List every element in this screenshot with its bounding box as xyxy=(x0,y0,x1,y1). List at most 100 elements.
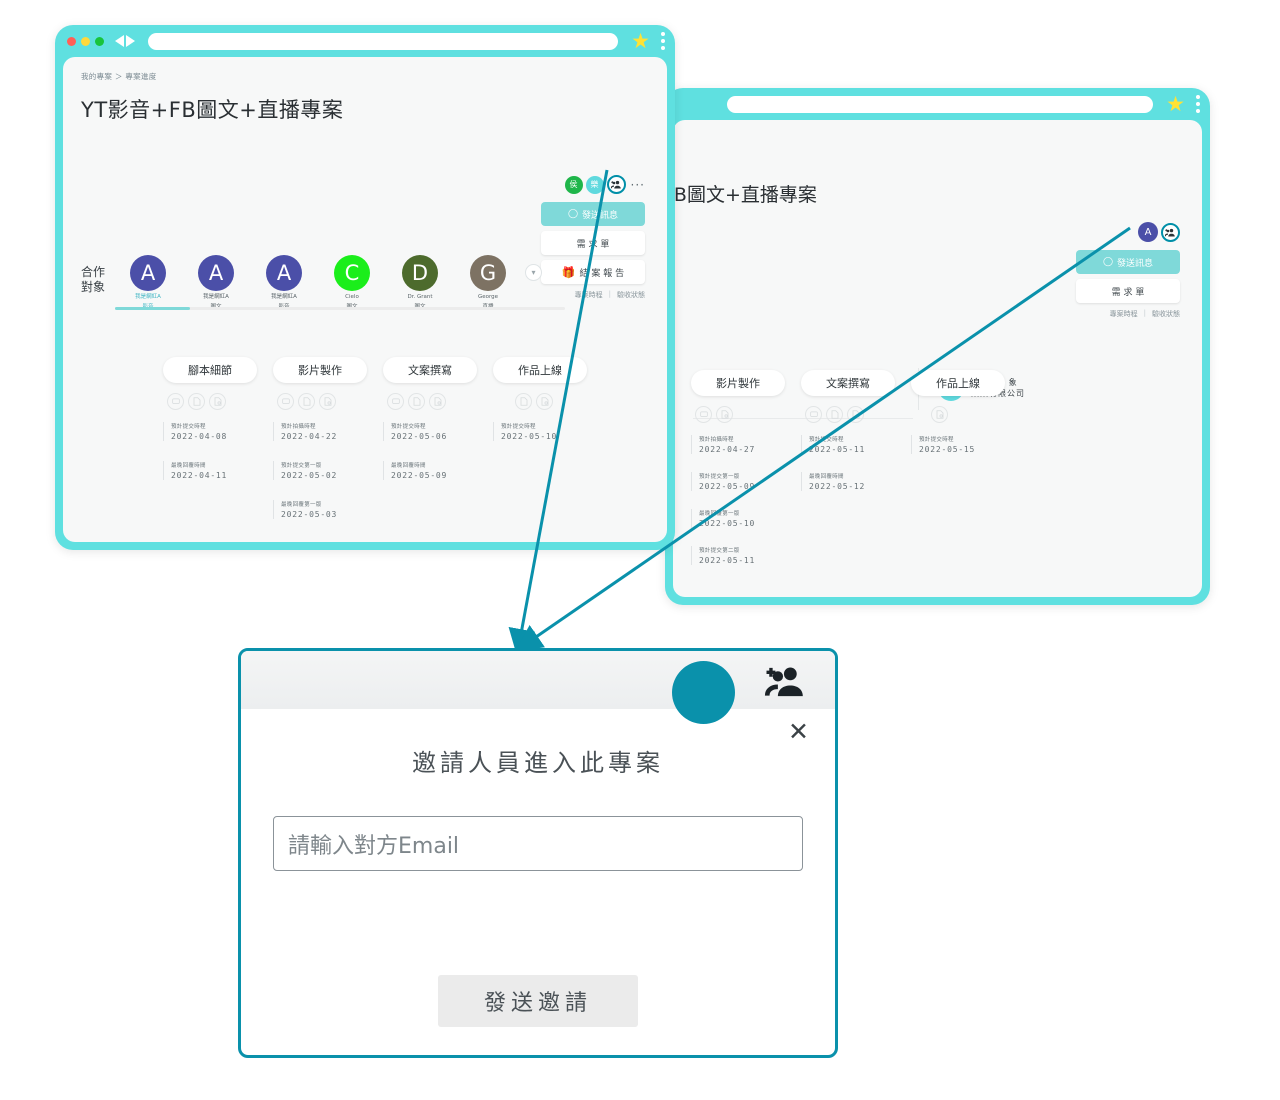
chevron-down-icon[interactable]: ▾ xyxy=(525,264,542,281)
date-value: 2022-05-10 xyxy=(699,519,756,528)
date-label: 預計提交第二版 xyxy=(699,548,740,554)
chat-bubble-icon[interactable] xyxy=(167,393,184,410)
maximize-window-dot[interactable] xyxy=(95,36,104,46)
stage-action-icons xyxy=(167,393,273,410)
screenshot-root: ★ 我的專案 ＞ 專案進度 YT影音+FB圖文+直播專案 侯 樂 ··· ◯ 發… xyxy=(0,0,1280,1100)
document-search-icon[interactable] xyxy=(209,393,226,410)
document-edit-icon[interactable] xyxy=(515,393,532,410)
add-people-icon[interactable] xyxy=(606,175,626,194)
date-entry: 預計提交時程 2022-04-08 xyxy=(163,422,273,441)
collaborator-item[interactable]: A 我是網紅A 影音 xyxy=(261,255,307,311)
avatar[interactable]: 侯 xyxy=(564,175,583,194)
address-bar-2[interactable] xyxy=(727,95,1154,113)
date-label: 最晚回覆時間 xyxy=(809,474,844,480)
date-value: 2022-05-11 xyxy=(809,445,866,454)
close-window-dot[interactable] xyxy=(67,36,76,46)
document-search-icon[interactable] xyxy=(716,406,733,423)
send-message-button-2[interactable]: ◯ 發送訊息 xyxy=(1076,250,1180,274)
acceptance-status-link[interactable]: 驗收狀態 xyxy=(1152,309,1180,319)
document-search-icon[interactable] xyxy=(931,406,948,423)
collaborator-item[interactable]: G George 直播 xyxy=(465,255,511,311)
document-search-icon[interactable] xyxy=(319,393,336,410)
chat-bubble-icon[interactable] xyxy=(387,393,404,410)
date-value: 2022-04-27 xyxy=(699,445,756,454)
stage-action-icons xyxy=(695,406,801,423)
send-message-label: 發送訊息 xyxy=(1117,258,1154,269)
document-edit-icon[interactable] xyxy=(298,393,315,410)
avatar[interactable]: 樂 xyxy=(585,175,604,194)
requirement-form-button[interactable]: 需 求 單 xyxy=(541,231,645,255)
stage-column: 作品上線 預計提交時程 2022-05-15 xyxy=(911,370,1021,565)
close-icon[interactable]: ✕ xyxy=(788,719,809,744)
add-people-icon[interactable] xyxy=(1161,222,1180,242)
stage-action-icons xyxy=(277,393,383,410)
forward-arrow-icon[interactable] xyxy=(126,35,135,47)
avatar: C xyxy=(334,255,370,291)
back-arrow-icon[interactable] xyxy=(115,35,124,47)
email-field[interactable]: 請輸入對方Email xyxy=(273,816,803,871)
bookmark-star-icon[interactable]: ★ xyxy=(631,30,650,52)
requirement-form-button-2[interactable]: 需 求 單 xyxy=(1076,279,1180,303)
browser-menu-icon-2[interactable] xyxy=(1196,95,1200,113)
collaborators-label: 合作 對象 xyxy=(81,265,106,294)
collaborator-item[interactable]: D Dr. Grant 圖文 xyxy=(397,255,443,311)
stage-title[interactable]: 影片製作 xyxy=(691,370,785,396)
add-people-icon[interactable] xyxy=(763,665,807,701)
browser-chrome-1: ★ xyxy=(55,25,675,57)
modal-title: 邀請人員進入此專案 xyxy=(412,749,664,777)
stage-title[interactable]: 腳本細節 xyxy=(163,357,257,383)
more-options-icon[interactable]: ··· xyxy=(631,178,645,192)
chat-bubble-icon[interactable] xyxy=(695,406,712,423)
nav-arrows-1[interactable] xyxy=(115,35,135,47)
document-edit-icon[interactable] xyxy=(408,393,425,410)
document-search-icon[interactable] xyxy=(429,393,446,410)
avatar xyxy=(672,661,735,724)
collaborator-item[interactable]: A 我是網紅A 影音 xyxy=(125,255,171,311)
avatar: A xyxy=(130,255,166,291)
header-avatar-group-1: 侯 樂 ··· xyxy=(541,175,645,194)
project-schedule-link[interactable]: 專案時程 xyxy=(1110,309,1138,319)
gift-icon: 🎁 xyxy=(561,265,576,279)
stage-title[interactable]: 影片製作 xyxy=(273,357,367,383)
send-invite-button[interactable]: 發送邀請 xyxy=(438,975,638,1027)
collaborator-scrollbar[interactable] xyxy=(115,307,565,310)
date-value: 2022-05-11 xyxy=(699,556,756,565)
invite-modal: ✕ 邀請人員進入此專案 請輸入對方Email 發送邀請 xyxy=(238,648,838,1058)
final-report-button[interactable]: 🎁 結 案 報 告 xyxy=(541,260,645,284)
avatar[interactable]: A xyxy=(1138,222,1158,242)
collaborator-item[interactable]: C Cielo 圖文 xyxy=(329,255,375,311)
document-edit-icon[interactable] xyxy=(188,393,205,410)
send-message-button[interactable]: ◯ 發送訊息 xyxy=(541,202,645,226)
date-value: 2022-05-09 xyxy=(699,482,756,491)
stage-column: 作品上線 預計提交時程 2022-05-10 xyxy=(493,357,603,519)
date-entry: 最晚回覆時間 2022-05-09 xyxy=(383,461,493,480)
window-controls-1[interactable] xyxy=(67,36,104,46)
browser-chrome-2: ★ xyxy=(665,88,1210,120)
document-search-icon[interactable] xyxy=(536,393,553,410)
date-entry: 預計提交時程 2022-05-11 xyxy=(801,435,911,454)
chat-bubble-icon[interactable] xyxy=(277,393,294,410)
stage-action-icons xyxy=(515,393,603,410)
document-edit-icon[interactable] xyxy=(826,406,843,423)
project-schedule-link[interactable]: 專案時程 xyxy=(575,290,603,300)
collaborator-item[interactable]: A 我是網紅A 圖文 xyxy=(193,255,239,311)
date-label: 預計拍攝時程 xyxy=(699,437,734,443)
date-label: 預計提交時程 xyxy=(501,424,536,430)
date-value: 2022-05-10 xyxy=(501,432,558,441)
stage-title[interactable]: 作品上線 xyxy=(911,370,1005,396)
browser-menu-icon-1[interactable] xyxy=(661,32,665,50)
bookmark-star-icon[interactable]: ★ xyxy=(1166,93,1185,115)
chat-bubble-icon[interactable] xyxy=(805,406,822,423)
date-entry: 最晚回覆時間 2022-04-11 xyxy=(163,461,273,480)
stage-title[interactable]: 文案撰寫 xyxy=(383,357,477,383)
stage-title[interactable]: 文案撰寫 xyxy=(801,370,895,396)
page-title-2: FB圖文+直播專案 xyxy=(673,184,817,206)
breadcrumb[interactable]: 我的專案 ＞ 專案進度 xyxy=(63,57,667,82)
scrollbar-thumb[interactable] xyxy=(115,307,190,310)
address-bar-1[interactable] xyxy=(148,32,619,50)
document-search-icon[interactable] xyxy=(847,406,864,423)
acceptance-status-link[interactable]: 驗收狀態 xyxy=(617,290,645,300)
stage-title[interactable]: 作品上線 xyxy=(493,357,587,383)
minimize-window-dot[interactable] xyxy=(81,36,90,46)
stage-action-icons xyxy=(931,406,1021,423)
